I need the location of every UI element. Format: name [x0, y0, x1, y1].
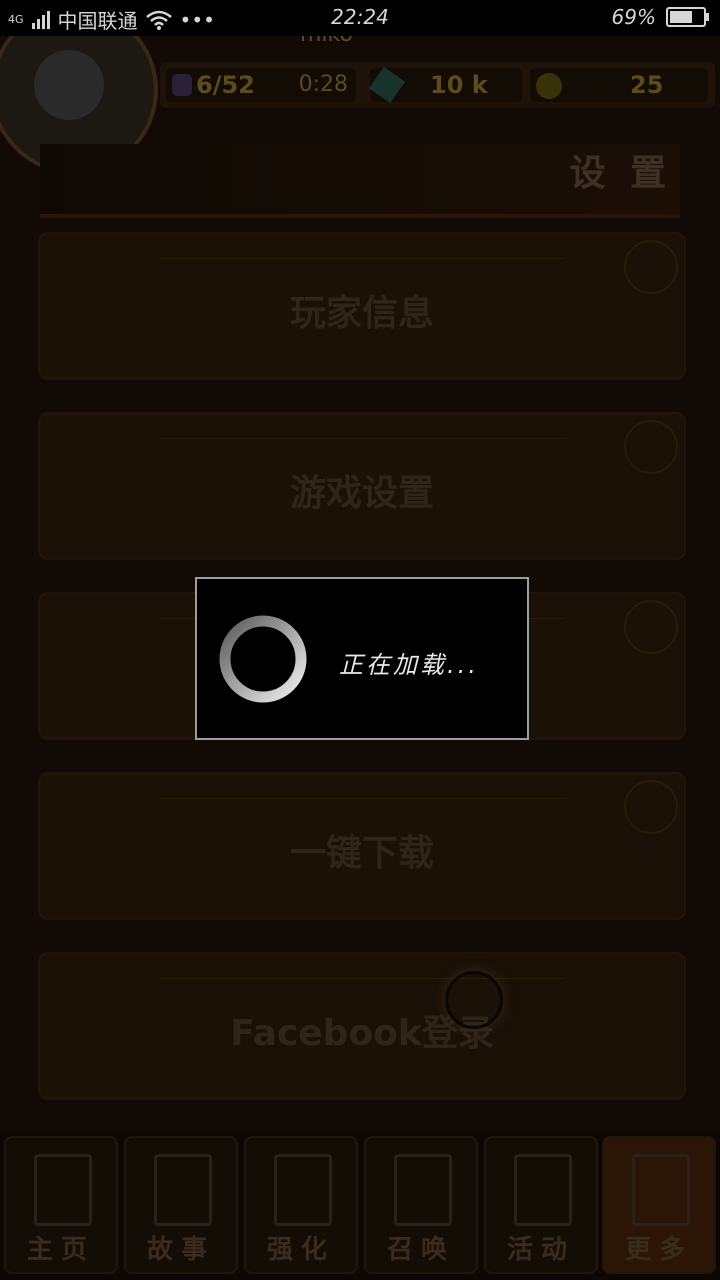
avatar-face: [34, 50, 104, 120]
stamina-value: 6/52: [196, 71, 255, 99]
menu-button-label: 游戏设置: [289, 473, 434, 514]
crystal-icon: [368, 66, 406, 104]
enhance-icon: [274, 1154, 332, 1226]
divider: [160, 798, 564, 799]
page-title: 设 置: [569, 153, 672, 194]
tab-label: 更多: [624, 1235, 693, 1265]
loading-spinner-icon: [219, 615, 307, 703]
tab-summon[interactable]: 召唤: [364, 1136, 478, 1274]
summon-gate-icon: [394, 1154, 452, 1226]
tab-label: 故事: [146, 1235, 215, 1265]
tab-home[interactable]: 主页: [4, 1136, 118, 1274]
more-grid-icon: [632, 1154, 690, 1226]
coin-icon: [536, 73, 562, 99]
stamina-counter: 6/52 0:28: [166, 68, 356, 102]
loading-text: 正在加载...: [339, 651, 479, 679]
coin-value: 25: [630, 71, 664, 99]
tab-story[interactable]: 故事: [124, 1136, 238, 1274]
loading-dialog: 正在加载...: [195, 577, 529, 740]
menu-button-label: 一键下载: [289, 833, 434, 874]
story-icon: [154, 1154, 212, 1226]
tab-more[interactable]: 更多: [602, 1136, 716, 1274]
glow-ring-icon: [445, 971, 503, 1029]
events-icon: [514, 1154, 572, 1226]
divider: [160, 978, 564, 979]
crystal-counter: 10 k: [368, 66, 522, 104]
stamina-gem-icon: [172, 74, 192, 96]
tab-label: 主页: [26, 1235, 95, 1265]
menu-button-label: Facebook登录: [230, 1013, 494, 1054]
ornament-icon: [624, 600, 678, 654]
menu-button-label: 玩家信息: [289, 293, 434, 334]
battery-icon: [666, 7, 709, 27]
menu-button-game-settings[interactable]: 游戏设置: [38, 412, 686, 560]
tab-events[interactable]: 活动: [484, 1136, 598, 1274]
menu-button-one-click-download[interactable]: 一键下载: [38, 772, 686, 920]
coin-counter: 25: [530, 68, 708, 102]
menu-button-facebook-login[interactable]: Facebook登录: [38, 952, 686, 1100]
resource-bar: 6/52 0:28 10 k 25: [160, 62, 715, 108]
tab-label: 活动: [506, 1235, 575, 1265]
divider: [160, 258, 564, 259]
home-icon: [34, 1154, 92, 1226]
status-right: 69%: [611, 5, 709, 29]
stamina-timer: 0:28: [298, 72, 348, 97]
tab-label: 召唤: [386, 1235, 455, 1265]
status-bar: 4G 中国联通 ••• 22:24 69%: [0, 0, 720, 36]
crystal-value: 10 k: [430, 71, 488, 99]
divider: [160, 438, 564, 439]
tab-label: 强化: [266, 1235, 335, 1265]
tab-enhance[interactable]: 强化: [244, 1136, 358, 1274]
menu-button-player-info[interactable]: 玩家信息: [38, 232, 686, 380]
battery-percent: 69%: [611, 5, 656, 29]
bottom-tab-bar: 主页 故事 强化 召唤 活动 更多: [0, 1132, 720, 1280]
battery-level: [670, 11, 693, 23]
